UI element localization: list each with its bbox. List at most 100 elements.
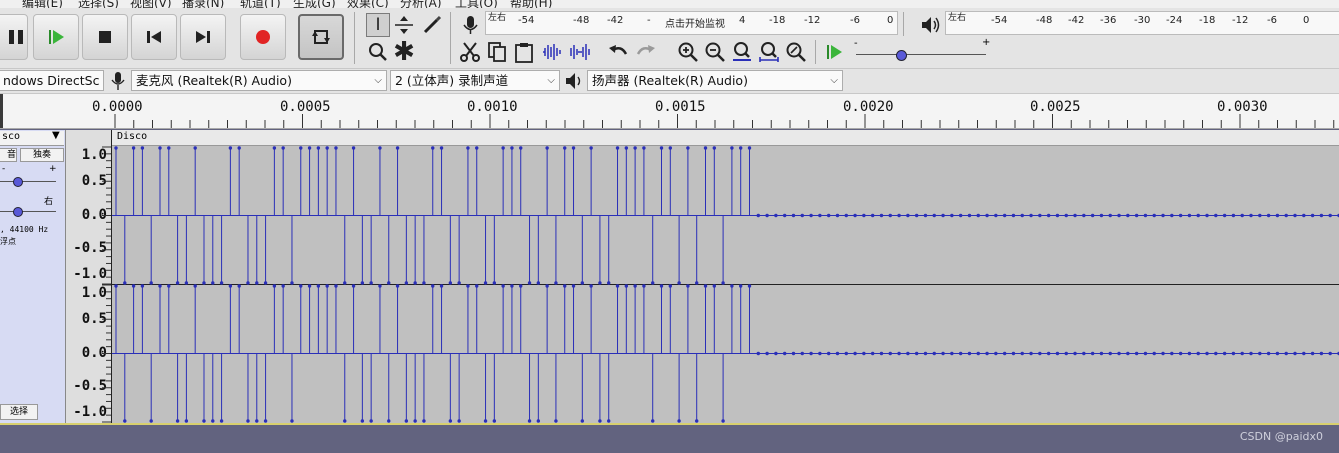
sample-point <box>114 146 118 150</box>
pan-slider-thumb[interactable] <box>13 207 23 217</box>
paste-button[interactable] <box>512 40 536 64</box>
selection-tool[interactable]: I <box>366 13 390 37</box>
gain-slider-track[interactable] <box>0 181 56 182</box>
record-button[interactable] <box>240 14 286 60</box>
record-meter-hint: 点击开始监视 <box>663 15 727 30</box>
skip-to-end-button[interactable] <box>180 14 226 60</box>
sample-point <box>1196 213 1200 218</box>
record-meter[interactable]: 左右 -54 -48 -42 - 点击开始监视 4 -18 -12 -6 0 <box>485 11 898 35</box>
menu-view[interactable]: 视图(V) <box>130 0 172 8</box>
recording-channels-dropdown[interactable]: 2 (立体声) 录制声道 ⌵ <box>390 70 560 91</box>
speed-slider-thumb[interactable] <box>896 50 907 61</box>
sample-point <box>923 351 928 356</box>
recording-device-dropdown[interactable]: 麦克风 (Realtek(R) Audio) ⌵ <box>131 70 387 91</box>
sample-point <box>1170 351 1174 356</box>
sample-point <box>932 213 936 218</box>
fit-project-button[interactable] <box>757 40 781 64</box>
sample-point <box>958 351 963 356</box>
sample-point <box>1090 213 1095 218</box>
menu-tools[interactable]: 工具(O) <box>455 0 498 8</box>
device-toolbar: ndows DirectSc 麦克风 (Realtek(R) Audio) ⌵ 2… <box>0 69 1339 94</box>
record-meter-tick: 0 <box>887 15 894 26</box>
zoom-out-button[interactable] <box>703 40 727 64</box>
sample-point <box>923 213 928 218</box>
mute-button[interactable]: 音 <box>0 148 17 162</box>
redo-button[interactable] <box>634 40 658 64</box>
record-meter-tick: -12 <box>804 15 821 26</box>
copy-button[interactable] <box>485 40 509 64</box>
sample-point <box>835 213 840 218</box>
sample-point <box>853 351 857 356</box>
zoom-toggle-button[interactable] <box>784 40 808 64</box>
cut-button[interactable] <box>458 40 482 64</box>
fit-selection-button[interactable] <box>730 40 754 64</box>
sample-point <box>1082 213 1086 218</box>
sample-point <box>818 351 822 356</box>
sample-point <box>1099 213 1104 218</box>
speed-plus-label: + <box>982 37 991 48</box>
vruler-ticks <box>102 146 111 423</box>
sample-point <box>378 146 382 150</box>
pan-slider-track[interactable] <box>0 211 56 212</box>
recording-device-value: 麦克风 (Realtek(R) Audio) <box>136 73 292 88</box>
sample-point <box>703 284 708 288</box>
playback-device-value: 扬声器 (Realtek(R) Audio) <box>592 73 748 88</box>
sample-point <box>853 213 857 218</box>
trim-audio-icon <box>543 44 561 60</box>
chevron-down-icon: ⌵ <box>374 75 382 86</box>
trim-button[interactable] <box>540 40 564 64</box>
sample-point <box>677 281 681 285</box>
track-menu-button[interactable]: sco ▼ <box>0 130 64 146</box>
sample-point <box>941 213 945 218</box>
draw-tool[interactable] <box>420 13 444 37</box>
audio-host-dropdown[interactable]: ndows DirectSc <box>0 70 104 91</box>
envelope-icon <box>395 16 413 34</box>
play-meter[interactable]: 左右 -54 -48 -42 -36 -30 -24 -18 -12 -6 0 <box>945 11 1339 35</box>
sample-point <box>387 281 391 285</box>
menu-effect[interactable]: 效果(C) <box>347 0 389 8</box>
sample-point <box>536 281 541 285</box>
sample-point <box>431 284 435 288</box>
sample-point <box>1293 213 1297 218</box>
sample-point <box>1187 351 1192 356</box>
menu-select[interactable]: 选择(S) <box>78 0 119 8</box>
menu-help[interactable]: 帮助(H) <box>510 0 552 8</box>
menu-transport[interactable]: 播录(N) <box>182 0 224 8</box>
sample-point <box>439 284 444 288</box>
gain-slider-thumb[interactable] <box>13 177 23 187</box>
sample-point <box>826 351 831 356</box>
sample-point <box>219 281 224 285</box>
undo-button[interactable] <box>606 40 630 64</box>
sample-point <box>545 284 549 288</box>
menu-analyze[interactable]: 分析(A) <box>400 0 442 8</box>
sample-point <box>1011 351 1016 356</box>
play-at-speed-button[interactable] <box>823 40 847 64</box>
timeline-ruler[interactable]: 0.0000 0.0005 0.0010 0.0015 0.0020 0.002… <box>0 94 1339 129</box>
playback-speed-slider[interactable]: - + <box>852 37 992 63</box>
play-button[interactable] <box>33 14 79 60</box>
play-meter-button[interactable] <box>918 13 942 37</box>
menu-edit[interactable]: 编辑(E) <box>22 0 63 8</box>
select-track-button[interactable]: 选择 <box>0 404 38 420</box>
envelope-tool[interactable] <box>392 13 416 37</box>
sample-point <box>475 146 479 150</box>
track-control-panel[interactable]: sco ▼ 音 独奏 - + 右 , 44100 Hz 浮点 选择 <box>0 130 66 424</box>
sample-point <box>123 281 127 285</box>
ruler-label: 0.0025 <box>1030 99 1081 115</box>
sample-point <box>457 281 461 285</box>
skip-to-start-button[interactable] <box>131 14 177 60</box>
record-meter-button[interactable] <box>458 13 482 37</box>
silence-button[interactable] <box>568 40 592 64</box>
pause-button[interactable] <box>0 14 28 60</box>
menu-generate[interactable]: 生成(G) <box>293 0 336 8</box>
zoom-in-button[interactable] <box>676 40 700 64</box>
menu-tracks[interactable]: 轨道(T) <box>240 0 281 8</box>
pan-right-label: 右 <box>44 197 54 207</box>
solo-button[interactable]: 独奏 <box>20 148 64 162</box>
loop-button[interactable] <box>298 14 344 60</box>
multi-tool[interactable]: ✱ <box>392 37 416 67</box>
playback-device-dropdown[interactable]: 扬声器 (Realtek(R) Audio) ⌵ <box>587 70 843 91</box>
zoom-tool[interactable] <box>366 40 390 64</box>
waveform-area[interactable]: Disco <box>112 130 1339 423</box>
stop-button[interactable] <box>82 14 128 60</box>
